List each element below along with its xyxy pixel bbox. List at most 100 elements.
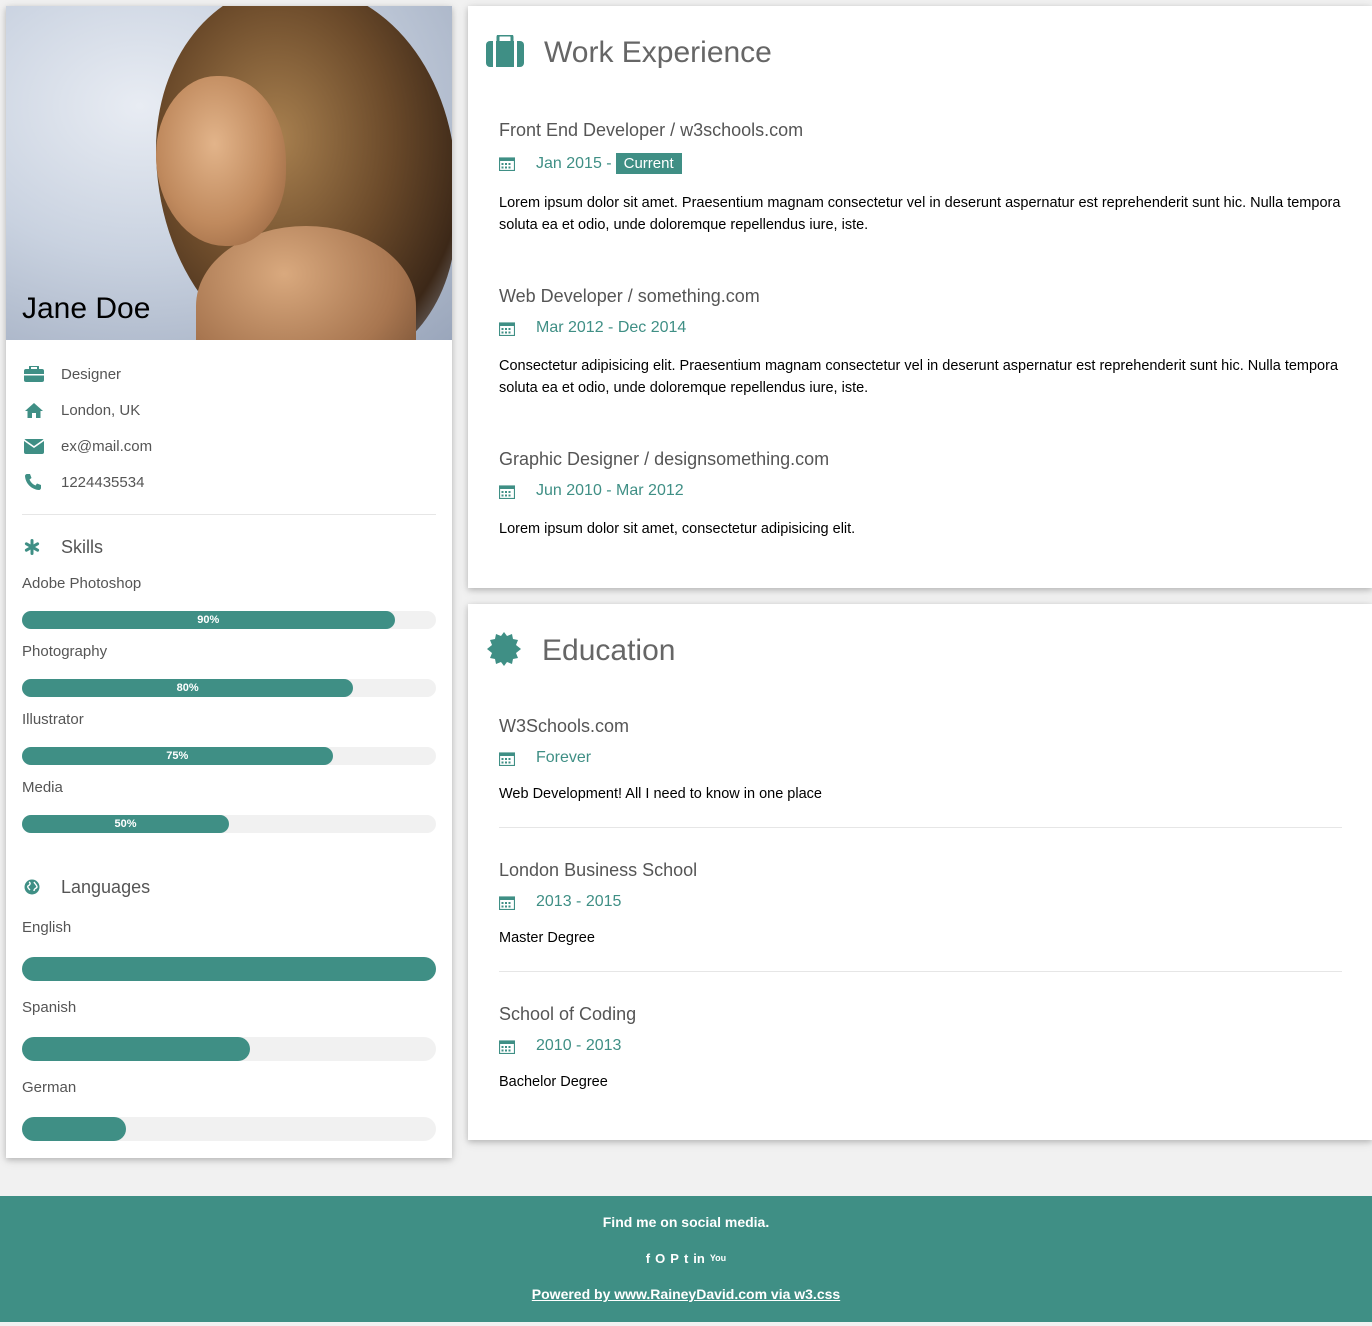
briefcase-icon [22, 366, 61, 382]
work-experience-title: Work Experience [544, 36, 772, 69]
skill-bar: 90% [22, 611, 436, 629]
profile-card: Jane Doe Designer London, UK ex@mail.com… [6, 6, 452, 1158]
languages-heading: Languages [22, 873, 436, 901]
skill-label: Photography [22, 643, 108, 660]
education-date: 2013 - 2015 [499, 893, 1342, 911]
language-item: German [22, 1079, 436, 1141]
work-role: Front End Developer / w3schools.com [499, 120, 804, 140]
language-bar-fill [22, 1037, 250, 1061]
education-divider [499, 827, 1342, 828]
skill-item: Adobe Photoshop 90% [22, 575, 436, 629]
job-text: Designer [61, 365, 122, 383]
skill-item: Media 50% [22, 779, 436, 833]
education-description: Master Degree [499, 930, 595, 946]
language-bar [22, 1037, 436, 1061]
info-job: Designer [22, 356, 436, 392]
work-date-text: Jun 2010 - Mar 2012 [536, 482, 684, 499]
skill-bar: 75% [22, 747, 436, 765]
youtube-icon[interactable]: You [710, 1253, 726, 1263]
email-text[interactable]: ex@mail.com [61, 438, 152, 455]
calendar-icon [499, 1039, 536, 1054]
skills-heading: Skills [22, 533, 436, 561]
asterisk-icon [22, 539, 61, 555]
skill-item: Photography 80% [22, 643, 436, 697]
education-date-text: Forever [536, 749, 592, 766]
language-label: German [22, 1079, 77, 1096]
work-date: Mar 2012 - Dec 2014 [499, 319, 1342, 337]
work-role: Graphic Designer / designsomething.com [499, 449, 830, 469]
suitcase-icon [486, 33, 524, 72]
education-description: Bachelor Degree [499, 1074, 608, 1090]
footer-tagline: Find me on social media. [602, 1214, 770, 1230]
phone-icon [22, 473, 61, 491]
phone-text: 1224435534 [61, 473, 145, 491]
work-description: Lorem ipsum dolor sit amet. Praesentium … [499, 195, 1341, 233]
work-experience-card: Work Experience Front End Developer / w3… [468, 6, 1372, 588]
skill-bar: 80% [22, 679, 436, 697]
work-description: Lorem ipsum dolor sit amet, consectetur … [499, 521, 856, 537]
work-role: Web Developer / something.com [499, 286, 760, 306]
education-date: 2010 - 2013 [499, 1037, 1342, 1055]
education-description: Web Development! All I need to know in o… [499, 786, 822, 802]
skill-item: Illustrator 75% [22, 711, 436, 765]
language-bar [22, 957, 436, 981]
globe-icon [22, 879, 61, 895]
skill-label: Media [22, 779, 63, 796]
language-item: English [22, 919, 436, 981]
calendar-icon [499, 321, 536, 336]
education-title: Education [542, 634, 676, 667]
envelope-icon [22, 438, 61, 454]
work-entry: Front End Developer / w3schools.com Jan … [468, 120, 1372, 236]
education-school: School of Coding [499, 1004, 637, 1024]
education-card: Education W3Schools.com Forever Web Deve… [468, 604, 1372, 1140]
calendar-icon [499, 156, 536, 171]
education-school: London Business School [499, 860, 698, 880]
education-divider [499, 971, 1342, 972]
languages-title: Languages [61, 876, 151, 897]
education-date: Forever [499, 749, 1342, 767]
education-header: Education [468, 626, 1372, 676]
education-school: W3Schools.com [499, 716, 630, 736]
certificate-icon [486, 631, 522, 672]
profile-name: Jane Doe [22, 292, 151, 325]
language-item: Spanish [22, 999, 436, 1061]
pinterest-icon[interactable]: P [670, 1251, 679, 1266]
work-date: Jan 2015 - Current [499, 153, 1342, 174]
skill-bar-fill: 80% [22, 679, 354, 697]
twitter-icon[interactable]: t [684, 1251, 688, 1266]
skill-label: Adobe Photoshop [22, 575, 142, 592]
facebook-icon[interactable]: f [646, 1251, 650, 1266]
info-phone: 1224435534 [22, 464, 436, 500]
home-icon [22, 402, 61, 418]
skill-bar: 50% [22, 815, 436, 833]
skill-bar-fill: 50% [22, 815, 229, 833]
education-date-text: 2010 - 2013 [536, 1037, 622, 1054]
education-entry: School of Coding 2010 - 2013 Bachelor De… [468, 1004, 1372, 1093]
work-entry: Web Developer / something.com Mar 2012 -… [468, 286, 1372, 399]
language-label: English [22, 919, 72, 936]
work-date: Jun 2010 - Mar 2012 [499, 482, 1342, 500]
location-text: London, UK [61, 401, 141, 419]
language-bar [22, 1117, 436, 1141]
language-label: Spanish [22, 999, 77, 1016]
calendar-icon [499, 751, 536, 766]
linkedin-icon[interactable]: in [693, 1251, 705, 1266]
language-bar-fill [22, 957, 436, 981]
education-entry: W3Schools.com Forever Web Development! A… [468, 716, 1372, 805]
current-badge: Current [615, 153, 682, 174]
language-bar-fill [22, 1117, 126, 1141]
skill-bar-fill: 90% [22, 611, 395, 629]
social-links: f O P t in You [0, 1248, 1372, 1268]
work-experience-header: Work Experience [468, 28, 1372, 78]
calendar-icon [499, 895, 536, 910]
work-description: Consectetur adipisicing elit. Praesentiu… [499, 358, 1339, 396]
info-email: ex@mail.com [22, 428, 436, 464]
work-date-text: Mar 2012 - Dec 2014 [536, 319, 687, 336]
info-divider [22, 514, 436, 515]
info-location: London, UK [22, 392, 436, 428]
instagram-icon[interactable]: O [655, 1251, 665, 1266]
powered-by-link[interactable]: Powered by www.RaineyDavid.com via w3.cs… [532, 1286, 840, 1302]
education-date-text: 2013 - 2015 [536, 893, 622, 910]
education-entry: London Business School 2013 - 2015 Maste… [468, 860, 1372, 949]
skills-title: Skills [61, 536, 104, 557]
